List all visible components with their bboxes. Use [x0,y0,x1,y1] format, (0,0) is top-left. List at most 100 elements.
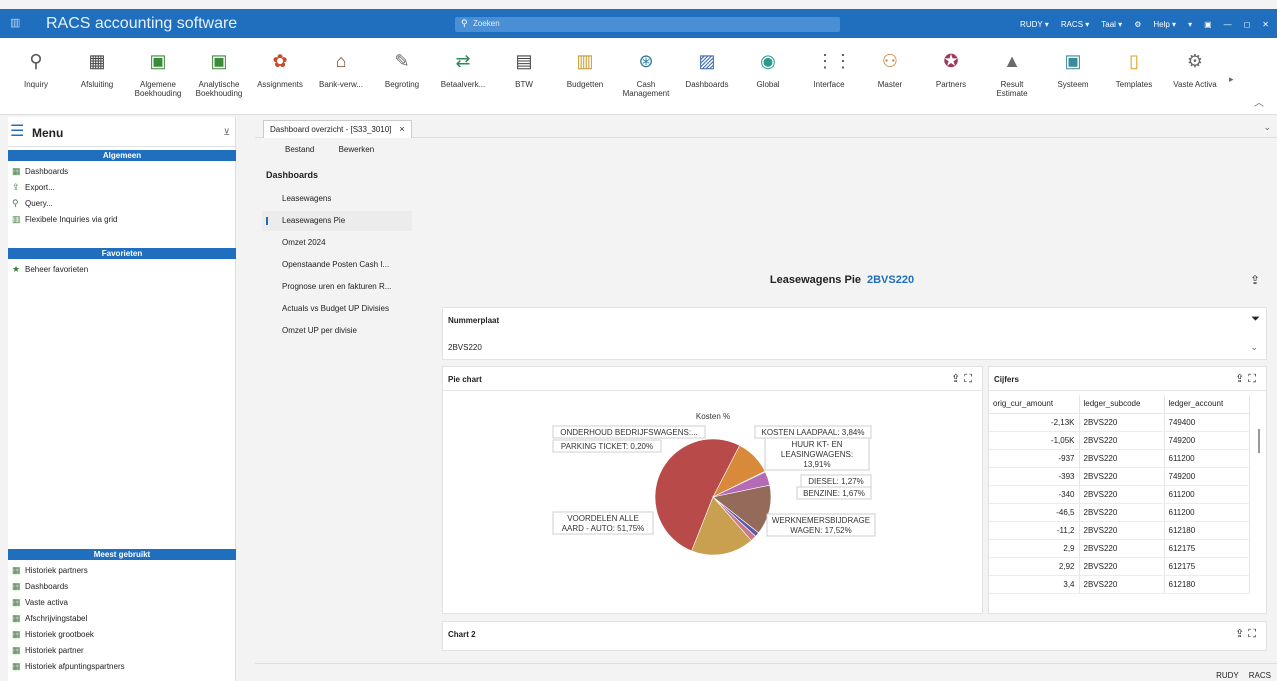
tab-dashboard-overzicht[interactable]: Dashboard overzicht - [S33_3010] × [263,120,412,138]
sidebar-item[interactable]: ⇪ Export... [12,180,55,194]
dashboard-plate[interactable]: 2BVS220 [867,274,914,286]
table-header-cell[interactable]: ledger_subcode [1079,395,1165,414]
ribbon-item[interactable]: ✿ Assignments [252,48,308,89]
section-favorieten[interactable]: Favorieten [8,248,236,259]
dashboard-list-item[interactable]: Omzet UP per divisie [262,321,412,341]
sidebar-item[interactable]: ⚲ Query... [12,196,53,210]
ribbon-item[interactable]: ⊛ Cash Management [618,48,674,98]
top-menu-item[interactable]: Help ▾ [1153,20,1176,29]
sidebar-item[interactable]: ★ Beheer favorieten [12,262,88,276]
ribbon-item[interactable]: ▣ Systeem [1045,48,1101,89]
expand-icon[interactable]: ⛶ [1248,628,1260,640]
chevron-down-icon[interactable]: ⌄ [1263,122,1271,133]
table-cell: 611200 [1164,485,1250,504]
ribbon-item[interactable]: ✪ Partners [923,48,979,89]
dashboard-list-item[interactable]: Prognose uren en fakturen R... [262,277,412,297]
ribbon-item[interactable]: ⚲ Inquiry [8,48,64,89]
top-menu-item[interactable]: Taal ▾ [1101,20,1122,29]
ribbon-item[interactable]: ⋮⋮ Interface [801,48,857,89]
section-meest-gebruikt[interactable]: Meest gebruikt [8,549,236,560]
pin-icon[interactable]: ⊻ [223,127,230,138]
ribbon-item[interactable]: ⚙ Vaste Activa [1167,48,1223,89]
ribbon-item[interactable]: ▤ BTW [496,48,552,89]
table-header-cell[interactable]: ledger_account [1164,395,1250,414]
ribbon-item[interactable]: ▣ Algemene Boekhouding [130,48,186,98]
ribbon-item[interactable]: ▯ Templates [1106,48,1162,89]
sidebar-item[interactable]: ▦ Dashboards [12,579,68,593]
ribbon-more-icon[interactable]: ▸ [1229,74,1234,85]
ribbon-item[interactable]: ✎ Begroting [374,48,430,89]
table-cell: -340 [989,485,1080,504]
menu-header: ☰ Menu ⊻ [8,117,236,147]
clear-filter-icon[interactable]: ⏷ [1251,313,1260,326]
dashboard-list-item[interactable]: Leasewagens Pie [262,211,412,231]
export-icon[interactable]: ⇪ [1235,373,1248,385]
hamburger-icon[interactable]: ☰ [10,124,24,140]
table-row[interactable]: -11,2 2BVS220 612180 [989,521,1250,540]
ribbon-item[interactable]: ⇄ Betaalverk... [435,48,491,89]
sidebar-item[interactable]: ▦ Historiek grootboek [12,627,94,641]
section-algemeen[interactable]: Algemeen [8,150,236,161]
top-menu-item[interactable]: RACS ▾ [1061,20,1089,29]
ribbon-item[interactable]: ⌂ Bank-verw... [313,48,369,89]
close-tab-icon[interactable]: × [399,124,404,134]
table-scrollbar[interactable] [1258,429,1260,453]
app-logo-icon: ▥ [10,17,21,29]
dashboard-list-item[interactable]: Actuals vs Budget UP Divisies [262,299,412,319]
top-menu-item[interactable]: ◻ [1244,20,1251,29]
table-row[interactable]: -2,13K 2BVS220 749400 [989,413,1250,432]
sidebar-item[interactable]: ▦ Historiek partner [12,643,84,657]
sidebar-item[interactable]: ▥ Flexibele Inquiries via grid [12,212,118,226]
top-menu-item[interactable]: ▣ [1204,20,1212,29]
menu-bewerken[interactable]: Bewerken [339,145,375,154]
sidebar-item[interactable]: ▦ Historiek partners [12,563,88,577]
ribbon-item[interactable]: ▣ Analytische Boekhouding [191,48,247,98]
top-menu-item[interactable]: ▾ [1188,20,1192,29]
sidebar-item[interactable]: ▦ Afschrijvingstabel [12,611,87,625]
dashboard-list-item[interactable]: Openstaande Posten Cash I... [262,255,412,275]
dashboard-list-item[interactable]: Omzet 2024 [262,233,412,253]
table-row[interactable]: 2,92 2BVS220 612175 [989,557,1250,576]
export-icon[interactable]: ⇪ [1235,628,1248,640]
table-row[interactable]: 2,9 2BVS220 612175 [989,539,1250,558]
ribbon-item[interactable]: ▨ Dashboards [679,48,735,89]
top-menu-item[interactable]: RUDY ▾ [1020,20,1049,29]
top-menu: RUDY ▾ RACS ▾ Taal ▾ ⚙ Help ▾ ▾ ▣ — ◻ ✕ [1020,17,1269,31]
chevron-down-icon[interactable]: ⌄ [1250,342,1258,353]
export-icon[interactable]: ⇪ [1250,273,1260,287]
ribbon-icon: ▲ [1003,51,1021,71]
expand-icon[interactable]: ⛶ [964,373,976,385]
sidebar-item[interactable]: ▦ Historiek afpuntingspartners [12,659,125,673]
expand-icon[interactable]: ⛶ [1248,373,1260,385]
export-icon[interactable]: ⇪ [951,373,964,385]
dashboard-item-label: Prognose uren en fakturen R... [282,282,392,291]
table-header-cell[interactable]: orig_cur_amount [989,395,1080,414]
table-cell: 2BVS220 [1079,449,1165,468]
table-row[interactable]: -1,05K 2BVS220 749200 [989,431,1250,450]
table-row[interactable]: -937 2BVS220 611200 [989,449,1250,468]
ribbon-item[interactable]: ◉ Global [740,48,796,89]
table-row[interactable]: -46,5 2BVS220 611200 [989,503,1250,522]
dashboard-list-item[interactable]: Leasewagens [262,189,412,209]
top-menu-item[interactable]: — [1224,20,1232,29]
ribbon-item[interactable]: ▦ Afsluiting [69,48,125,89]
table-row[interactable]: -393 2BVS220 749200 [989,467,1250,486]
sidebar-item[interactable]: ▦ Vaste activa [12,595,68,609]
search-input[interactable]: ⚲ Zoeken [455,17,840,32]
dashboard-item-label: Omzet UP per divisie [282,326,357,335]
menu-bestand[interactable]: Bestand [285,145,314,154]
sidebar-item-label: Vaste activa [25,598,68,607]
ribbon-collapse-icon[interactable]: ︿ [1254,94,1264,109]
ribbon-item[interactable]: ⚇ Master [862,48,918,89]
table-row[interactable]: 3,4 2BVS220 612180 [989,575,1250,594]
ribbon-toolbar: ▸ ︿ ⚲ Inquiry ▦ Afsluiting ▣ Algemene Boekhou… [0,38,1277,115]
ribbon-item[interactable]: ▲ Result Estimate [984,48,1040,98]
ribbon-item[interactable]: ▥ Budgetten [557,48,613,89]
filter-select[interactable]: 2BVS220 [448,343,482,352]
ribbon-icon: ◉ [760,51,776,71]
sidebar-item[interactable]: ▦ Dashboards [12,164,68,178]
pie-slice-label: BENZINE: 1,67% [803,489,865,498]
table-row[interactable]: -340 2BVS220 611200 [989,485,1250,504]
top-menu-item[interactable]: ✕ [1262,20,1269,29]
top-menu-item[interactable]: ⚙ [1134,20,1141,29]
